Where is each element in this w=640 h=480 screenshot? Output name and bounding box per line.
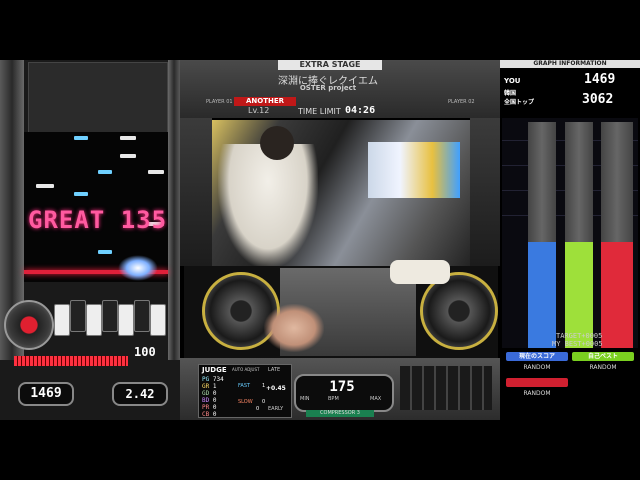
ex-score: 1469 [18, 382, 74, 406]
bar-target [601, 242, 633, 348]
late-label: LATE [268, 367, 281, 373]
player-camera-video [212, 120, 470, 268]
judge-row-pg: PG 734 [202, 376, 224, 383]
random-label-best: RANDOM [589, 364, 617, 371]
gauge-value: 100 [134, 345, 156, 359]
key-2 [70, 300, 86, 332]
judge-row-cb: CB 0 [202, 411, 217, 418]
fast-count: 1 [262, 383, 266, 389]
note [98, 170, 112, 174]
video-frame-right [470, 118, 500, 266]
random-label-current: RANDOM [523, 364, 551, 371]
personal-best-button[interactable]: 自己ベスト [572, 352, 634, 361]
note [36, 184, 54, 188]
bpm-min-label: MIN [300, 396, 310, 402]
bpm-label: BPM [328, 396, 339, 402]
hit-flash [118, 255, 158, 281]
mybest-diff: MY BEST+0005 [552, 340, 603, 348]
key-5 [118, 304, 134, 336]
towel [390, 260, 450, 284]
key-3 [86, 304, 102, 336]
monitor-screen [368, 142, 460, 198]
national-top-label: 全国トップ [504, 99, 535, 106]
early-count: 0 [256, 406, 260, 412]
timing-offset: +0.45 [266, 385, 286, 392]
stage-label: EXTRA STAGE [278, 60, 382, 70]
note [120, 136, 136, 140]
key-4 [102, 300, 118, 332]
judge-display: GREAT 135 [28, 206, 168, 234]
judge-row-gd: GD 0 [202, 390, 217, 397]
compressor-label: COMPRESSOR 3 [306, 410, 374, 417]
note [74, 136, 88, 140]
note [120, 154, 136, 158]
fast-label: FAST [238, 383, 251, 389]
judge-row-pr: PR 0 [202, 404, 217, 411]
hands-camera-video [184, 260, 498, 358]
note [98, 250, 112, 254]
slow-label: SLOW [238, 399, 253, 405]
time-limit-label: TIME LIMIT [298, 107, 341, 116]
current-score-button[interactable]: 現在のスコア [506, 352, 568, 361]
difficulty-badge: ANOTHER [234, 97, 296, 106]
player-hands [264, 304, 324, 352]
level-label: Lv.12 [248, 106, 270, 115]
key-6 [134, 300, 150, 332]
time-limit-value: 04:26 [345, 105, 376, 116]
target-score-button[interactable] [506, 378, 568, 387]
player-figure [218, 144, 318, 268]
turntable-icon [4, 300, 54, 350]
judge-row-bd: BD 0 [202, 397, 217, 404]
graph-header: GRAPH INFORMATION [500, 60, 640, 68]
key-beam-row [54, 300, 170, 338]
region-label: 韓国 [504, 90, 517, 97]
player-head [260, 126, 294, 160]
target-diff: TARGET+0005 [556, 332, 603, 340]
note [74, 192, 88, 196]
early-label: EARLY [268, 406, 284, 412]
judge-row-gr: GR 1 [202, 383, 217, 390]
speaker-grill [400, 366, 492, 410]
bar-current [528, 242, 556, 348]
judge-title: JUDGE [202, 366, 227, 374]
video-frame-left [180, 118, 212, 266]
lane-cover [28, 62, 168, 134]
key-1 [54, 304, 70, 336]
auto-adjust-label: AUTO ADJUST [232, 367, 260, 372]
random-label-target: RANDOM [523, 390, 551, 397]
player1-label: PLAYER 01 [206, 99, 233, 105]
artist-name: OSTER project [299, 84, 357, 92]
bpm-value: 175 [329, 379, 355, 395]
green-number: 2.42 [112, 382, 168, 406]
groove-gauge [14, 356, 128, 366]
key-7 [150, 304, 166, 336]
you-label: YOU [504, 77, 521, 85]
note [148, 170, 164, 174]
you-score: 1469 [584, 72, 616, 87]
slow-count: 0 [262, 399, 266, 405]
top-score: 3062 [582, 92, 614, 107]
player2-label: PLAYER 02 [448, 99, 475, 105]
bpm-max-label: MAX [370, 396, 382, 402]
